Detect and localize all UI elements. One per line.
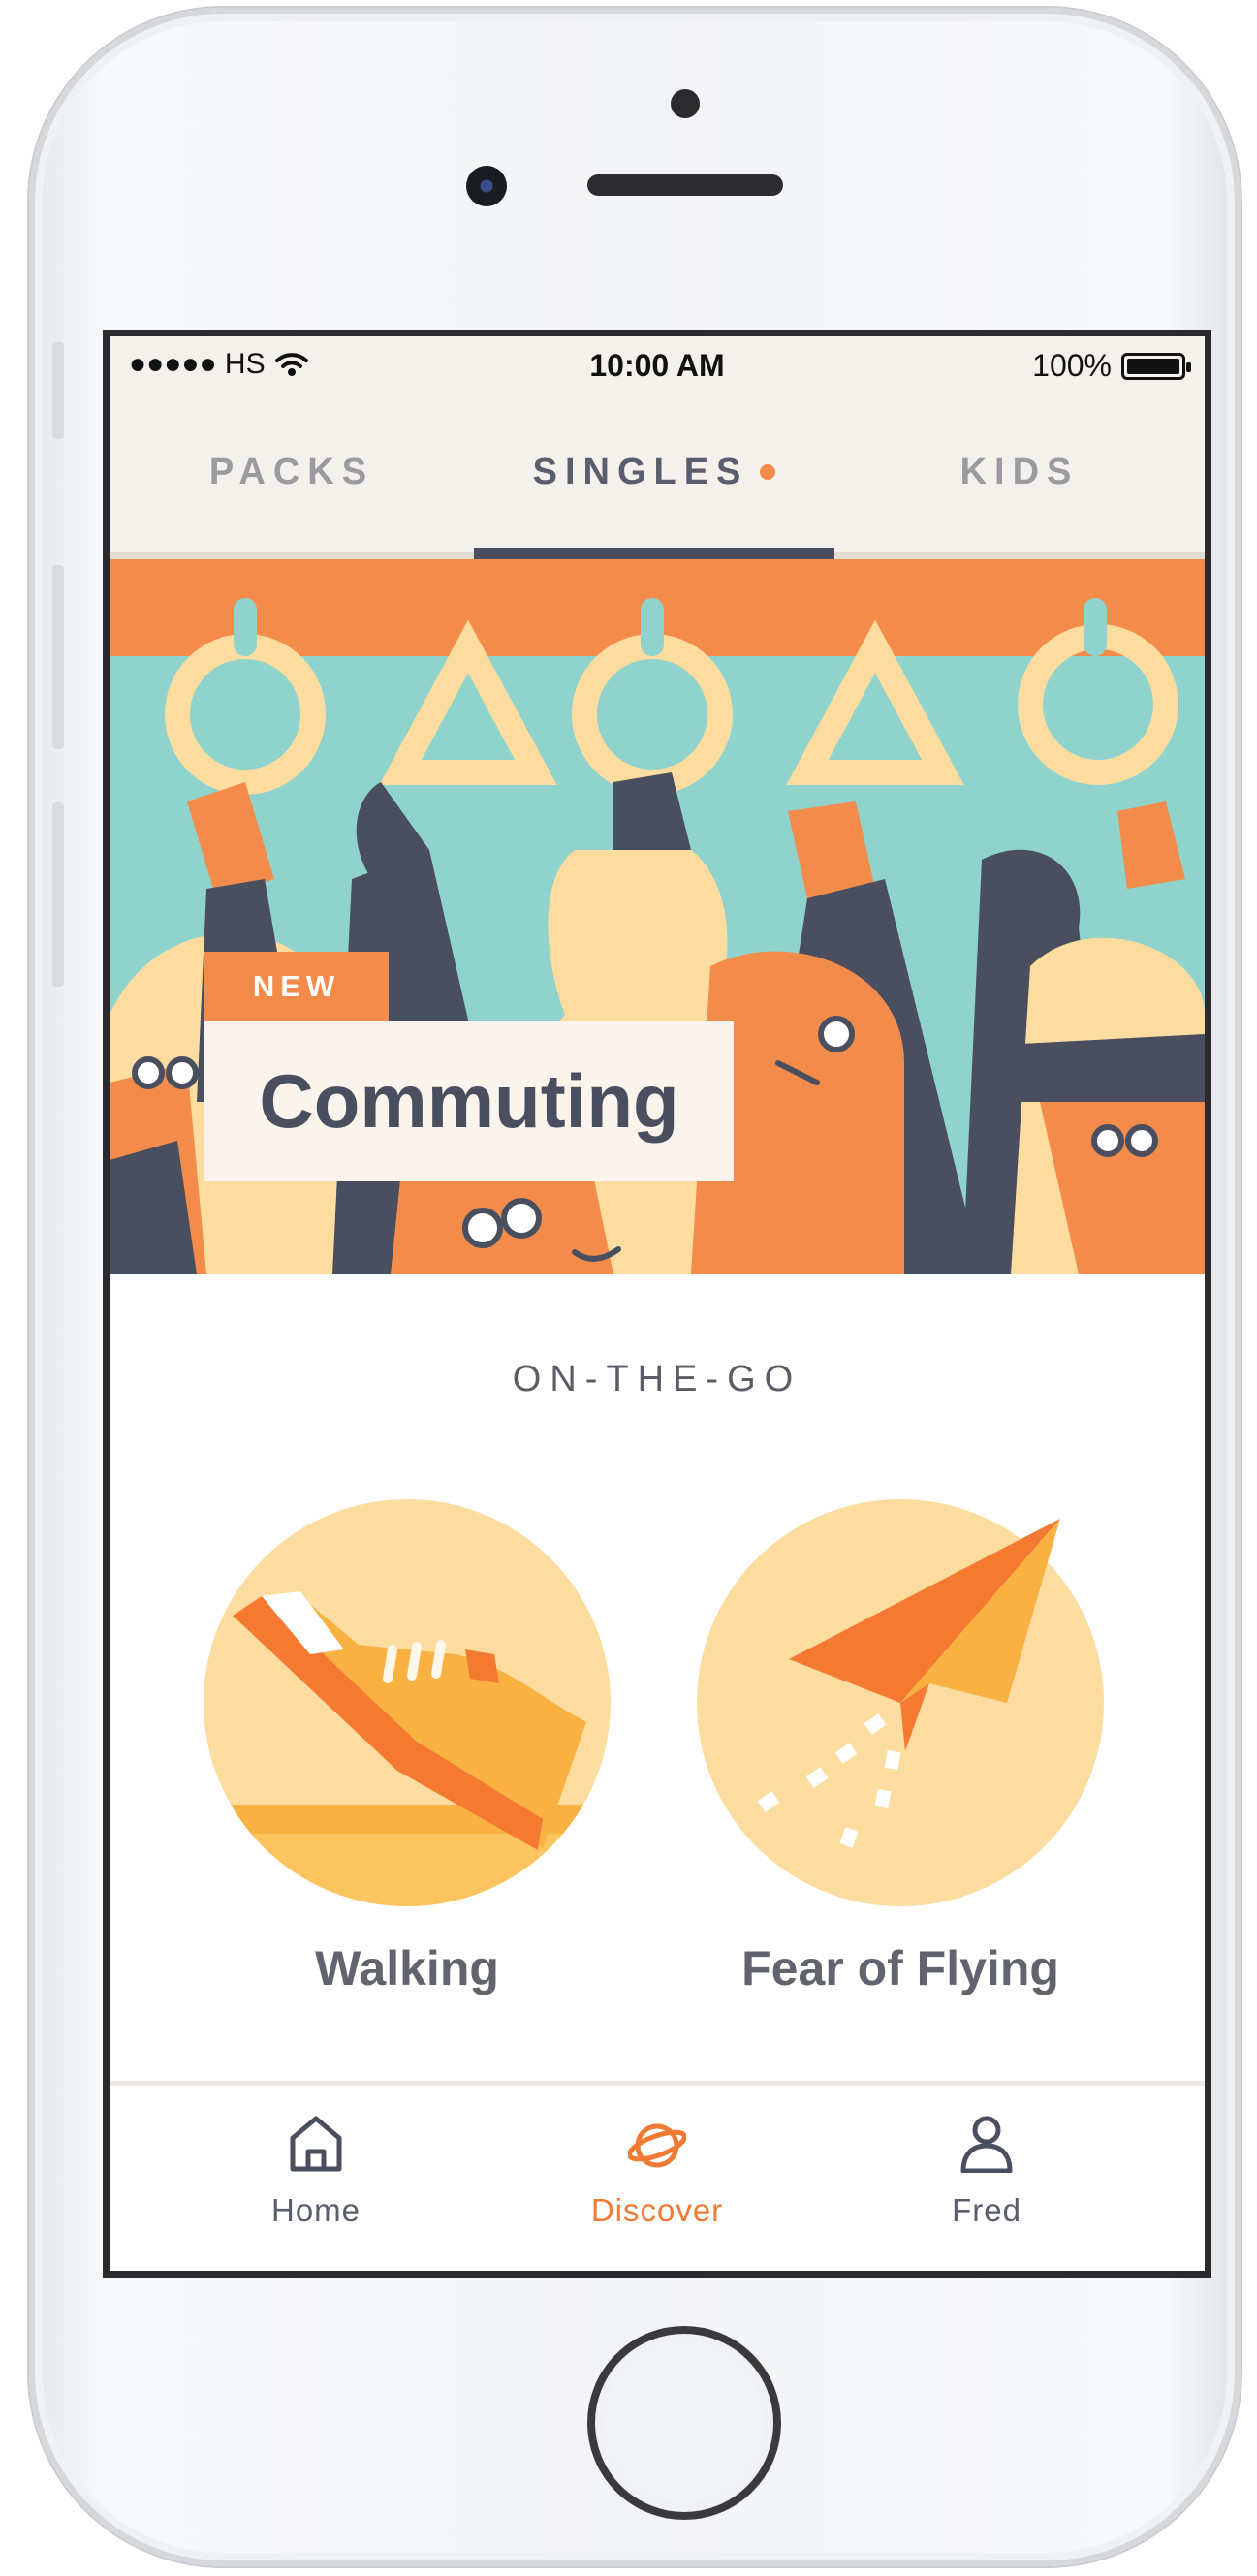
home-hardware-button[interactable] (587, 2326, 781, 2520)
status-bar: ●●●●● HS 10:00 AM 100% (110, 336, 1205, 394)
bottom-navigation: Home Discover Fred (110, 2086, 1205, 2271)
earpiece-speaker (587, 174, 783, 196)
proximity-sensor (671, 89, 700, 118)
front-camera (466, 166, 507, 206)
volume-down-button (52, 802, 64, 987)
tab-packs[interactable]: PACKS (110, 394, 474, 550)
shoe-icon (204, 1499, 611, 1906)
walking-label: Walking (315, 1941, 499, 1995)
category-tabs: PACKS SINGLES KIDS (110, 394, 1205, 559)
active-tab-indicator (474, 548, 834, 559)
section-title: ON-THE-GO (512, 1359, 802, 1399)
nav-home[interactable]: Home (171, 2086, 461, 2271)
featured-banner[interactable]: NEW Commuting (110, 559, 1205, 1274)
hero-title: Commuting (259, 1058, 679, 1144)
tab-kids-label: KIDS (959, 451, 1080, 492)
volume-up-button (52, 565, 64, 749)
profile-icon (960, 2116, 1013, 2173)
new-badge: NEW (204, 952, 389, 1021)
tab-singles[interactable]: SINGLES (474, 394, 834, 550)
battery-percent: 100% (1032, 348, 1112, 383)
tab-singles-label: SINGLES (532, 451, 749, 492)
fear-of-flying-label: Fear of Flying (741, 1941, 1059, 1995)
home-icon (290, 2116, 342, 2172)
nav-home-label: Home (270, 2192, 361, 2228)
fear-of-flying-card[interactable]: Fear of Flying (697, 1499, 1104, 1995)
battery-icon (1121, 352, 1191, 380)
new-content-dot (760, 464, 776, 480)
mute-switch (52, 342, 64, 439)
tab-kids[interactable]: KIDS (834, 394, 1205, 550)
app-screen: ●●●●● HS 10:00 AM 100% PACKS SINGLES KID… (103, 330, 1211, 2278)
walking-card[interactable]: Walking (204, 1499, 611, 1995)
paper-plane-icon (697, 1499, 1104, 1906)
hero-title-card: Commuting (204, 1021, 734, 1181)
battery-info: 100% (1032, 348, 1191, 384)
planet-icon (628, 2123, 686, 2168)
nav-profile[interactable]: Fred (841, 2086, 1132, 2271)
nav-profile-label: Fred (952, 2192, 1021, 2228)
tab-packs-label: PACKS (208, 451, 375, 492)
nav-discover-label: Discover (590, 2192, 724, 2228)
nav-discover[interactable]: Discover (512, 2086, 802, 2271)
